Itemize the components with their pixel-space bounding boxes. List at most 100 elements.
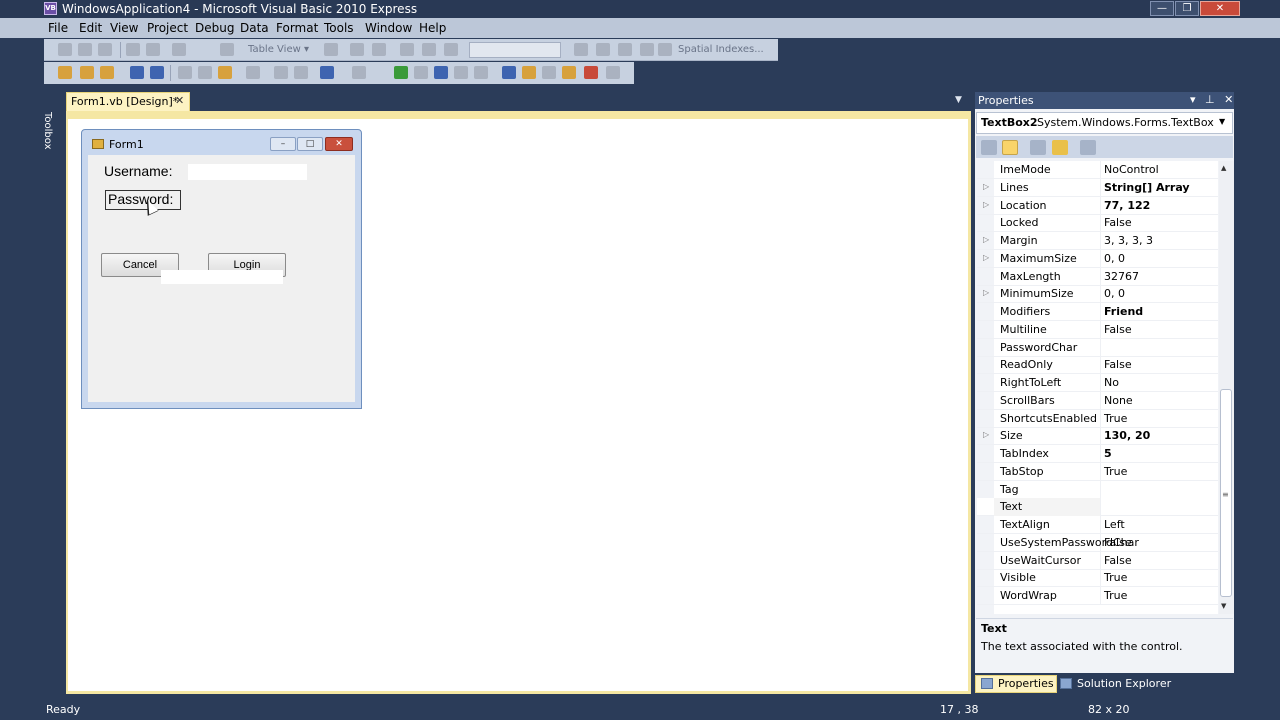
redo-icon[interactable] [352,66,366,79]
property-row-tabindex[interactable]: TabIndex 5 [977,445,1218,463]
document-tab-label[interactable]: Form1.vb [Design]* [71,95,178,108]
property-row-wordwrap[interactable]: WordWrap True [977,587,1218,605]
property-value[interactable]: 3, 3, 3, 3 [1104,234,1153,247]
align-middles-icon[interactable] [146,43,160,56]
property-value[interactable]: None [1104,394,1133,407]
tab-solution-explorer[interactable]: Solution Explorer [1077,677,1171,690]
find-icon[interactable] [246,66,260,79]
property-row-tag[interactable]: Tag [977,480,1218,499]
bring-to-front-icon[interactable] [444,43,458,56]
property-row-locked[interactable]: Locked False [977,214,1218,233]
cut-icon[interactable] [178,66,192,79]
property-row-visible[interactable]: Visible True [977,569,1218,588]
toolbox-icon[interactable] [562,66,576,79]
expand-icon[interactable]: ▷ [983,288,989,297]
property-value[interactable]: 32767 [1104,270,1139,283]
password-textbox[interactable] [161,270,283,284]
start-page-icon[interactable] [584,66,598,79]
property-row-readonly[interactable]: ReadOnly False [977,356,1218,375]
undo-icon[interactable] [320,66,334,79]
copy-icon[interactable] [198,66,212,79]
paste-icon[interactable] [218,66,232,79]
form-minimize-button[interactable]: – [270,137,296,151]
alphabetical-icon[interactable] [1002,140,1018,155]
property-row-textalign[interactable]: TextAlign Left [977,516,1218,534]
minimize-button[interactable]: — [1150,1,1174,16]
expand-icon[interactable]: ▷ [983,200,989,209]
horizontal-spacing-icon[interactable] [350,43,364,56]
align-tops-icon[interactable] [126,43,140,56]
object-browser-icon[interactable] [542,66,556,79]
vertical-spacing-icon[interactable] [372,43,386,56]
document-tab-close-icon[interactable]: ✕ [175,94,184,107]
property-row-scrollbars[interactable]: ScrollBars None [977,391,1218,410]
property-value[interactable]: No [1104,376,1119,389]
property-value[interactable]: True [1104,412,1127,425]
property-row-multiline[interactable]: Multiline False [977,320,1218,339]
property-value[interactable]: Friend [1104,305,1143,318]
property-value[interactable]: 77, 122 [1104,199,1150,212]
menu-help[interactable]: Help [419,20,446,36]
property-row-minimumsize[interactable]: ▷ MinimumSize 0, 0 [977,285,1218,304]
center-horizontally-icon[interactable] [400,43,414,56]
property-value[interactable]: 130, 20 [1104,429,1150,442]
chevron-down-icon[interactable]: ▼ [1219,117,1225,126]
text-icon[interactable] [220,43,234,56]
menu-file[interactable]: File [48,20,68,36]
property-row-maximumsize[interactable]: ▷ MaximumSize 0, 0 [977,249,1218,268]
menu-project[interactable]: Project [147,20,188,36]
close-button[interactable]: ✕ [1200,1,1240,16]
extension-icon[interactable] [606,66,620,79]
property-value[interactable]: False [1104,323,1132,336]
scroll-down-icon[interactable]: ▼ [1221,602,1226,610]
uncomment-icon[interactable] [294,66,308,79]
step-over-icon[interactable] [454,66,468,79]
scroll-up-icon[interactable]: ▲ [1221,164,1226,172]
toolbox-tab[interactable]: Toolbox [42,112,53,150]
format-icon[interactable] [658,43,672,56]
document-list-dropdown-icon[interactable]: ▼ [955,95,962,105]
start-debugging-icon[interactable] [394,66,408,79]
expand-icon[interactable]: ▷ [983,235,989,244]
property-row-usewaitcursor[interactable]: UseWaitCursor False [977,551,1218,570]
properties-window-icon[interactable] [522,66,536,79]
table-view-dropdown[interactable]: Table View ▾ [248,43,309,56]
step-out-icon[interactable] [474,66,488,79]
save-icon[interactable] [130,66,144,79]
property-row-maxlength[interactable]: MaxLength 32767 [977,267,1218,286]
add-item-icon[interactable] [100,66,114,79]
property-row-passwordchar[interactable]: PasswordChar [977,338,1218,357]
property-value[interactable]: False [1104,536,1132,549]
username-label[interactable]: Username: [104,163,172,179]
property-value[interactable]: False [1104,554,1132,567]
property-row-tabstop[interactable]: TabStop True [977,462,1218,481]
empty-combo[interactable] [469,42,561,58]
open-file-icon[interactable] [80,66,94,79]
stop-icon[interactable] [414,66,428,79]
menu-window[interactable]: Window [365,20,412,36]
spatial-indexes-button[interactable]: Spatial Indexes... [678,43,764,56]
property-row-margin[interactable]: ▷ Margin 3, 3, 3, 3 [977,232,1218,250]
categorized-icon[interactable] [981,140,997,155]
expand-icon[interactable]: ▷ [983,253,989,262]
save-all-icon[interactable] [150,66,164,79]
property-value[interactable]: String[] Array [1104,181,1190,194]
property-value[interactable]: NoControl [1104,163,1159,176]
expand-icon[interactable]: ▷ [983,182,989,191]
property-value[interactable]: 0, 0 [1104,287,1125,300]
property-row-shortcutsenabled[interactable]: ShortcutsEnabled True [977,409,1218,428]
property-value[interactable]: True [1104,571,1127,584]
align-bottoms-icon[interactable] [172,43,186,56]
tab-order-icon[interactable] [574,43,588,56]
maximize-button[interactable]: ❐ [1175,1,1199,16]
align-centers-icon[interactable] [78,43,92,56]
expand-icon[interactable]: ▷ [983,430,989,439]
property-row-modifiers[interactable]: Modifiers Friend [977,303,1218,321]
menu-tools[interactable]: Tools [324,20,354,36]
menu-view[interactable]: View [110,20,138,36]
username-textbox[interactable] [187,163,308,181]
events-icon[interactable] [1052,140,1068,155]
property-value[interactable]: Left [1104,518,1125,531]
property-row-righttoleft[interactable]: RightToLeft No [977,374,1218,392]
new-project-icon[interactable] [58,66,72,79]
